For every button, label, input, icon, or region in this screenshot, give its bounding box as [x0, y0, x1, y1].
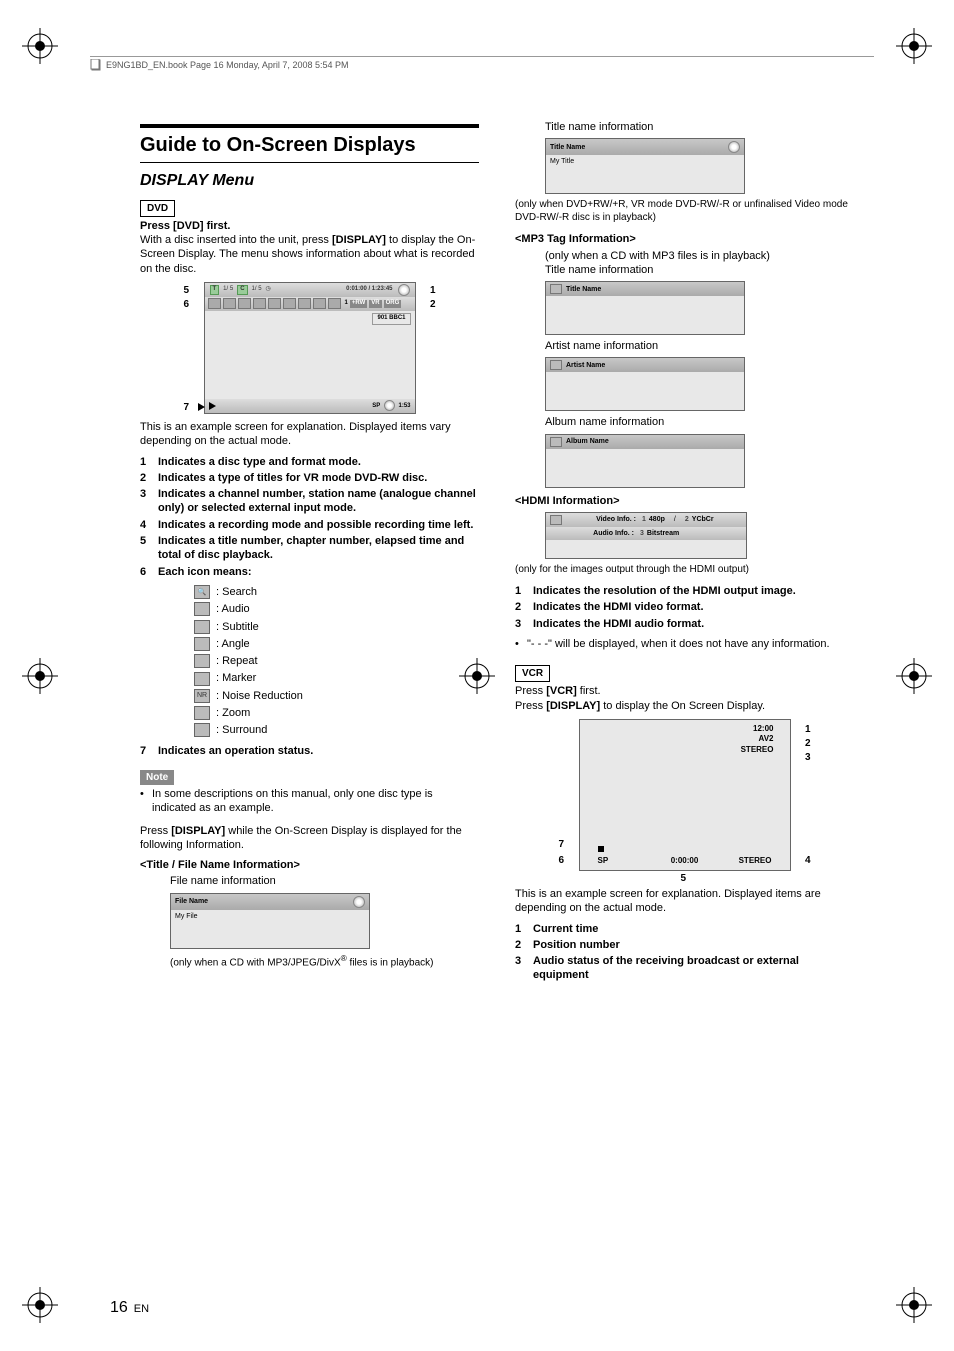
callout-6: 6 — [559, 854, 565, 867]
title-name-note: (only when DVD+RW/+R, VR mode DVD-RW/-R … — [515, 198, 854, 224]
mp3-tag-header: <MP3 Tag Information> — [515, 232, 854, 246]
callout-2: 2 — [805, 737, 811, 750]
audio-icon — [223, 298, 236, 309]
disc-icon — [353, 896, 365, 908]
hdmi-info-header: <HDMI Information> — [515, 494, 854, 508]
header-text: E9NG1BD_EN.book Page 16 Monday, April 7,… — [106, 60, 348, 70]
left-column: Guide to On-Screen Displays DISPLAY Menu… — [140, 120, 479, 1291]
registration-mark-icon — [22, 1287, 58, 1323]
hdmi-bullet: •"- - -" will be displayed, when it does… — [515, 637, 854, 651]
hdmi-list: 1Indicates the resolution of the HDMI ou… — [515, 584, 854, 631]
callout-7: 7 — [559, 838, 565, 851]
dvd-osd-figure: 5 6 7 1 2 3 4 T 1/ 5 C 1/ 5 ◷ 0:01:00 / … — [190, 282, 430, 414]
vcr-osd: 12:00 AV2 STEREO SP 0:00:00 STEREO — [579, 719, 791, 871]
title-name-info-label: Title name information — [545, 120, 854, 134]
vcr-list: 1Current time 2Position number 3Audio st… — [515, 922, 854, 983]
marker-icon — [194, 672, 210, 686]
section-heading: DISPLAY Menu — [140, 171, 479, 192]
mp3-title-label: Title name information — [545, 263, 854, 277]
hdmi-box: Video Info. : 1 480p / 2 YCbCr Audio Inf… — [545, 512, 747, 559]
registration-mark-icon — [896, 28, 932, 64]
chapter-icon: C — [237, 285, 247, 295]
callout-2: 2 — [430, 298, 436, 311]
page: E9NG1BD_EN.book Page 16 Monday, April 7,… — [0, 0, 954, 1351]
callout-4: 4 — [805, 854, 811, 867]
title-file-name-header: <Title / File Name Information> — [140, 858, 479, 872]
artist-name-box: Artist Name — [545, 357, 745, 411]
vcr-example-note: This is an example screen for explanatio… — [515, 887, 854, 916]
clock-icon: ◷ — [266, 286, 271, 294]
marker-icon — [283, 298, 296, 309]
page-number: 16EN — [110, 1299, 149, 1317]
vcr-osd-figure: 1 2 3 4 5 6 7 12:00 AV2 STEREO SP — [565, 719, 805, 871]
artist-name-label: Artist name information — [545, 339, 854, 353]
note-body: •In some descriptions on this manual, on… — [140, 787, 479, 816]
callout-5: 5 — [681, 872, 687, 885]
person-icon — [550, 360, 562, 370]
disc-icon — [728, 141, 740, 153]
callout-5: 5 — [184, 284, 190, 297]
stop-icon — [598, 846, 604, 852]
registration-mark-icon — [22, 658, 58, 694]
disc-icon — [398, 284, 410, 296]
mp3-note: (only when a CD with MP3 files is in pla… — [545, 249, 854, 263]
repeat-icon — [268, 298, 281, 309]
noise-reduction-icon — [298, 298, 311, 309]
vcr-press-first: Press [VCR] first. — [515, 684, 854, 698]
album-icon — [550, 437, 562, 447]
vcr-tag: VCR — [515, 665, 550, 682]
registration-mark-icon — [22, 28, 58, 64]
callout-3: 3 — [805, 751, 811, 764]
title-icon: T — [210, 285, 220, 295]
page-title: Guide to On-Screen Displays — [140, 132, 479, 158]
hdmi-icon — [550, 515, 562, 525]
zoom-icon — [194, 706, 210, 720]
callout-1: 1 — [430, 284, 436, 297]
noise-reduction-icon: NR — [194, 689, 210, 703]
file-name-info-label: File name information — [170, 874, 479, 888]
registration-mark-icon — [896, 658, 932, 694]
subtitle-icon — [238, 298, 251, 309]
angle-icon — [253, 298, 266, 309]
callout-6: 6 — [184, 298, 190, 311]
press-display-again: Press [DISPLAY] while the On-Screen Disp… — [140, 824, 479, 853]
channel-label: 901 BBC1 — [372, 313, 410, 325]
note-tag: Note — [140, 770, 174, 785]
registration-mark-icon — [896, 1287, 932, 1323]
running-header: E9NG1BD_EN.book Page 16 Monday, April 7,… — [90, 56, 874, 73]
dvd-example-note: This is an example screen for explanatio… — [140, 420, 479, 449]
right-column: Title name information Title Name My Tit… — [515, 120, 854, 1291]
surround-icon — [328, 298, 341, 309]
subtitle-icon — [194, 620, 210, 634]
title-name-box: Title Name My Title — [545, 138, 745, 194]
search-icon: 🔍 — [194, 585, 210, 599]
dvd-tag: DVD — [140, 200, 175, 217]
surround-icon — [194, 723, 210, 737]
audio-icon — [194, 602, 210, 616]
angle-icon — [194, 637, 210, 651]
tag-icon — [550, 284, 562, 294]
file-name-note: (only when a CD with MP3/JPEG/DivX® file… — [170, 953, 479, 969]
callout-7: 7 — [184, 401, 190, 414]
mp3-title-box: Title Name — [545, 281, 745, 335]
vcr-press-display: Press [DISPLAY] to display the On Screen… — [515, 699, 854, 713]
disc-icon — [384, 400, 395, 411]
dvd-numbered-list: 1Indicates a disc type and format mode. … — [140, 455, 479, 579]
file-name-box: File Name My File — [170, 893, 370, 949]
play-icon — [209, 402, 216, 410]
press-dvd-first: Press [DVD] first. — [140, 219, 479, 233]
dvd-intro: With a disc inserted into the unit, pres… — [140, 233, 479, 276]
icon-meaning-list: 🔍: Search : Audio : Subtitle : Angle : R… — [194, 585, 479, 738]
zoom-icon — [313, 298, 326, 309]
repeat-icon — [194, 654, 210, 668]
hdmi-note: (only for the images output through the … — [515, 563, 854, 576]
search-icon — [208, 298, 221, 309]
dvd-osd: T 1/ 5 C 1/ 5 ◷ 0:01:00 / 1:23:45 — [204, 282, 416, 414]
callout-1: 1 — [805, 723, 811, 736]
play-icon — [198, 403, 205, 411]
album-name-label: Album name information — [545, 415, 854, 429]
album-name-box: Album Name — [545, 434, 745, 488]
